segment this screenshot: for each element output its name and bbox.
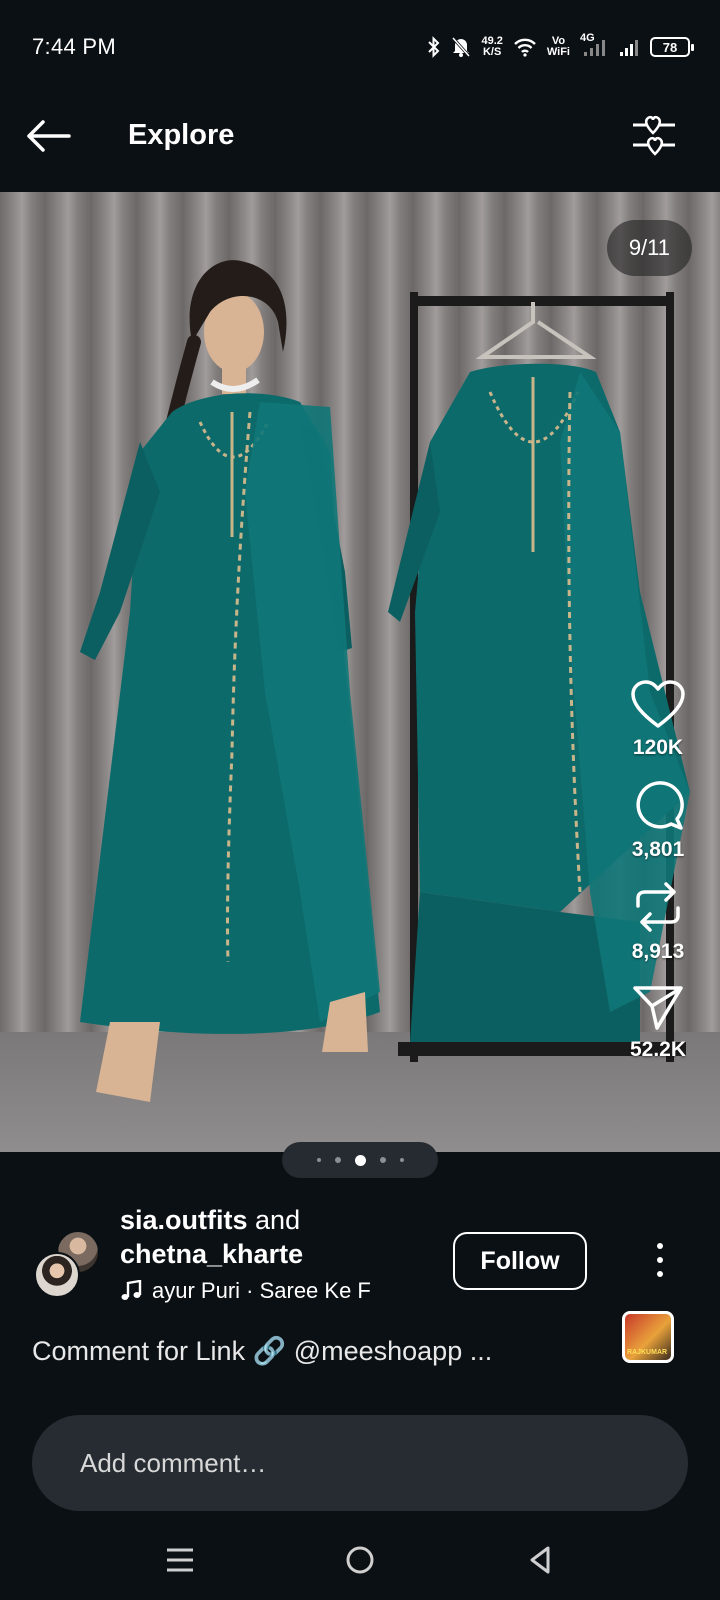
network-speed: 49.2 K/S [481,36,502,58]
send-icon [633,986,683,1030]
circle-home-icon [346,1546,374,1574]
signal-icon-2 [618,36,640,58]
like-count: 120K [632,736,684,759]
product-image [80,260,690,1102]
back-nav-button[interactable] [518,1538,562,1582]
audio-thumbnail[interactable]: RAJKUMAR [622,1311,674,1363]
carousel-indicator [282,1142,438,1178]
home-button[interactable] [338,1538,382,1582]
comment-count: 3,801 [631,838,685,861]
avatar [34,1252,80,1298]
back-arrow-icon [27,120,71,152]
side-actions: 120K 3,801 8,913 52.2K [620,680,696,1080]
post-caption[interactable]: Comment for Link 🔗 @meeshoapp ... [32,1335,492,1367]
carousel-dot [334,1157,341,1163]
share-action[interactable]: 52.2K [630,982,686,1062]
filter-button[interactable] [628,110,680,162]
triangle-back-icon [530,1546,550,1574]
share-count: 52.2K [629,1038,687,1061]
dot-icon [657,1257,663,1263]
post-media[interactable]: 9/11 [0,192,720,1152]
comment-bubble-icon [636,781,684,830]
back-button[interactable] [22,110,74,162]
author-joiner: and [255,1205,301,1235]
carousel-dot [399,1158,404,1162]
status-time: 7:44 PM [32,34,117,59]
author-names[interactable]: sia.outfits and chetna_kharte [120,1203,303,1271]
like-action[interactable]: 120K [630,680,686,760]
carousel-dot [316,1158,321,1162]
audio-title: ayur Puri · Saree Ke F [152,1278,371,1303]
network-type: 4G [580,32,595,44]
dot-icon [657,1243,663,1249]
repost-icon [636,882,680,932]
menu-lines-icon [167,1548,193,1572]
top-app-bar: Explore [0,82,720,192]
repost-action[interactable]: 8,913 [631,880,685,964]
status-bar: 7:44 PM 49.2 K/S Vo WiFi 4G 78 [0,0,720,82]
battery-icon: 78 [650,37,694,57]
signal-icon: 4G [580,32,608,58]
battery-level: 78 [662,39,678,55]
volte-wifi: Vo WiFi [547,36,570,58]
dot-icon [657,1271,663,1277]
mute-bell-icon [451,36,471,58]
page-title: Explore [128,119,235,151]
system-nav-bar [0,1520,720,1600]
avatar-stack[interactable] [34,1230,102,1298]
music-note-icon [121,1280,142,1300]
status-icons: 49.2 K/S Vo WiFi 4G 78 [427,30,694,64]
more-options-button[interactable] [648,1235,672,1285]
heart-icon [631,680,685,728]
carousel-dot-active [354,1154,366,1166]
repost-count: 8,913 [631,940,685,963]
author-secondary[interactable]: chetna_kharte [120,1239,303,1269]
author-primary[interactable]: sia.outfits [120,1205,248,1235]
net-speed-unit: K/S [482,46,502,58]
audio-thumb-text: RAJKUMAR [627,1349,668,1356]
follow-button[interactable]: Follow [453,1232,587,1290]
audio-track[interactable]: ayur Puri · Saree Ke F [120,1278,390,1304]
sliders-heart-icon [633,115,675,156]
recents-button[interactable] [158,1538,202,1582]
carousel-dot [379,1157,386,1163]
volte-bottom: WiFi [546,46,570,58]
wifi-icon [513,37,537,57]
image-counter: 9/11 [606,220,692,276]
comment-action[interactable]: 3,801 [631,778,685,862]
add-comment-field[interactable]: Add comment… [32,1415,688,1511]
bluetooth-icon [427,36,441,58]
